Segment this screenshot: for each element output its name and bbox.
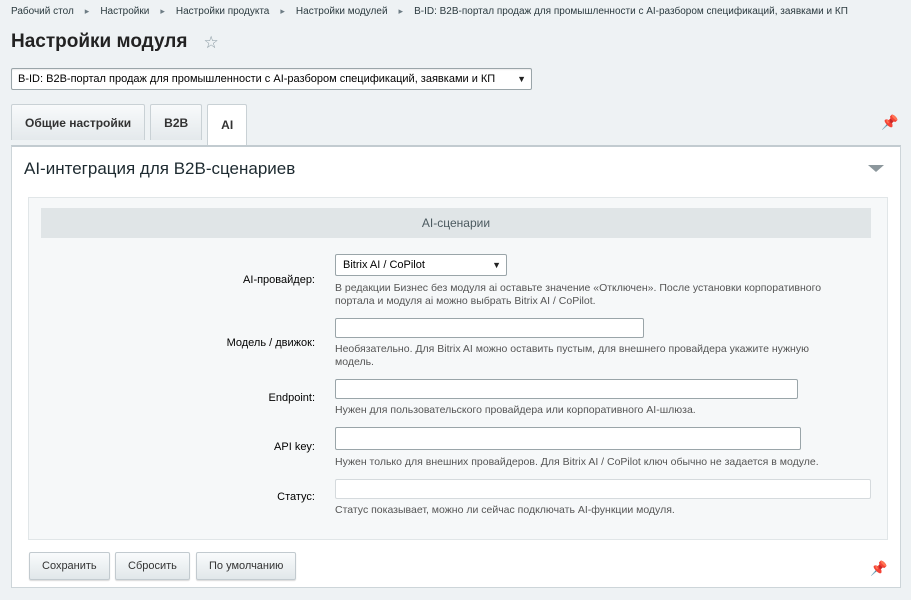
pin-icon[interactable]: 📌 (870, 560, 887, 577)
tab-general-settings[interactable]: Общие настройки (11, 104, 146, 140)
breadcrumb-item-current-module[interactable]: B-ID: B2B-портал продаж для промышленнос… (414, 6, 848, 17)
breadcrumb: Рабочий стол ▸ Настройки ▸ Настройки про… (11, 6, 848, 17)
provider-hint-line-2: портала и модуля ai можно выбрать Bitrix… (335, 295, 596, 307)
reset-button[interactable]: Сбросить (115, 552, 190, 580)
default-button[interactable]: По умолчанию (196, 552, 297, 580)
provider-select[interactable]: Bitrix AI / CoPilot ▼ (335, 254, 507, 276)
group-title: AI-сценарии (41, 208, 871, 238)
model-label: Модель / движок: (226, 337, 315, 349)
breadcrumb-separator-icon: ▸ (398, 6, 404, 16)
tab-bar: Общие настройки B2B AI (11, 104, 252, 145)
section-title: AI-интеграция для B2B-сценариев (24, 159, 296, 178)
star-icon[interactable]: ☆ (203, 34, 218, 51)
tab-ai[interactable]: AI (207, 104, 248, 145)
provider-label: AI-провайдер: (243, 274, 315, 286)
collapse-arrow-icon[interactable] (868, 165, 884, 172)
provider-hint-line-1: В редакции Бизнес без модуля ai оставьте… (335, 282, 822, 294)
status-field (335, 479, 871, 499)
pin-icon[interactable]: 📌 (881, 114, 898, 131)
module-select-value: B-ID: B2B-портал продаж для промышленнос… (18, 73, 496, 85)
endpoint-input[interactable] (335, 379, 798, 399)
title-row: Настройки модуля ☆ (11, 31, 219, 53)
status-hint: Статус показывает, можно ли сейчас подкл… (335, 504, 675, 516)
model-hint-line-1: Необязательно. Для Bitrix AI можно остав… (335, 343, 809, 355)
breadcrumb-item-product-settings[interactable]: Настройки продукта (176, 6, 269, 17)
chevron-down-icon: ▼ (492, 260, 501, 270)
endpoint-hint: Нужен для пользовательского провайдера и… (335, 404, 696, 416)
model-hint-line-2: модель. (335, 356, 374, 368)
status-label: Статус: (277, 491, 315, 503)
chevron-down-icon: ▼ (517, 74, 526, 84)
breadcrumb-separator-icon: ▸ (160, 6, 165, 16)
endpoint-label: Endpoint: (268, 392, 315, 404)
tab-b2b[interactable]: B2B (150, 104, 203, 140)
api-key-input[interactable] (335, 427, 801, 450)
model-input[interactable] (335, 318, 644, 338)
provider-select-value: Bitrix AI / CoPilot (343, 259, 425, 271)
settings-panel: AI-интеграция для B2B-сценариев AI-сцена… (11, 145, 901, 588)
breadcrumb-separator-icon: ▸ (84, 6, 90, 16)
breadcrumb-separator-icon: ▸ (280, 6, 285, 16)
breadcrumb-item-settings[interactable]: Настройки (100, 6, 149, 17)
module-select[interactable]: B-ID: B2B-портал продаж для промышленнос… (11, 68, 532, 90)
api-key-label: API key: (274, 441, 315, 453)
ai-scenarios-group: AI-сценарии AI-провайдер: Bitrix AI / Co… (28, 197, 888, 540)
save-button[interactable]: Сохранить (29, 552, 110, 580)
page-title: Настройки модуля (11, 31, 188, 52)
breadcrumb-item-desktop[interactable]: Рабочий стол (11, 6, 74, 17)
breadcrumb-item-module-settings[interactable]: Настройки модулей (296, 6, 388, 17)
api-key-hint: Нужен только для внешних провайдеров. Дл… (335, 456, 819, 468)
